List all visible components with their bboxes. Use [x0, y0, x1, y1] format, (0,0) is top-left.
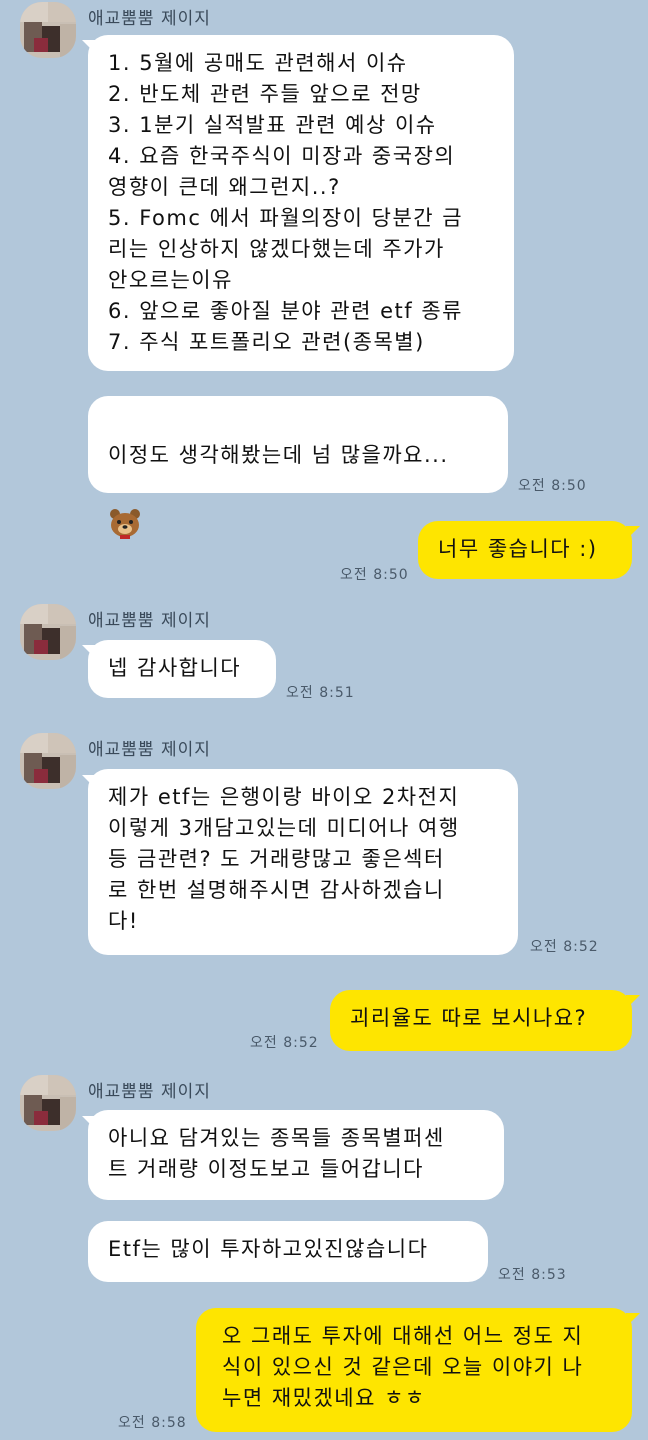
sender-avatar[interactable]: [20, 1075, 76, 1131]
bubble-tail: [626, 526, 640, 540]
sender-avatar[interactable]: [20, 733, 76, 789]
sender-name: 애교뿜뿜 제이지: [88, 740, 211, 760]
message-bubble-outgoing[interactable]: 괴리율도 따로 보시나요?: [330, 990, 632, 1051]
message-bubble-incoming[interactable]: Etf는 많이 투자하고있진않습니다: [88, 1221, 488, 1282]
message-bubble-incoming[interactable]: 이정도 생각해봤는데 넘 많을까요...: [88, 396, 508, 539]
message-bubble-incoming[interactable]: 1. 5월에 공매도 관련해서 이슈 2. 반도체 관련 주들 앞으로 전망 3…: [88, 35, 514, 371]
sender-name: 애교뿜뿜 제이지: [88, 1082, 211, 1102]
message-bubble-incoming[interactable]: 넵 감사합니다: [88, 640, 276, 698]
message-bubble-incoming[interactable]: 아니요 담겨있는 종목들 종목별퍼센 트 거래량 이정도보고 들어갑니다: [88, 1110, 504, 1200]
message-bubble-outgoing[interactable]: 너무 좋습니다 :): [418, 521, 632, 579]
message-timestamp: 오전 8:58: [118, 1415, 187, 1431]
bubble-tail: [626, 1313, 640, 1327]
message-bubble-outgoing[interactable]: 오 그래도 투자에 대해선 어느 정도 지 식이 있으신 것 같은데 오늘 이야…: [196, 1308, 632, 1432]
sender-name: 애교뿜뿜 제이지: [88, 9, 211, 29]
message-timestamp: 오전 8:51: [286, 685, 355, 701]
sender-name: 애교뿜뿜 제이지: [88, 611, 211, 631]
message-bubble-incoming[interactable]: 제가 etf는 은행이랑 바이오 2차전지 이렇게 3개담고있는데 미디어나 여…: [88, 769, 518, 955]
bubble-tail: [626, 995, 640, 1009]
message-text: 이정도 생각해봤는데 넘 많을까요...: [108, 443, 449, 467]
message-timestamp: 오전 8:53: [498, 1267, 567, 1283]
message-timestamp: 오전 8:50: [518, 478, 587, 494]
sender-avatar[interactable]: [20, 604, 76, 660]
sender-avatar[interactable]: [20, 2, 76, 58]
message-timestamp: 오전 8:50: [340, 567, 409, 583]
bear-face-emoji-icon: [108, 477, 142, 539]
message-timestamp: 오전 8:52: [250, 1035, 319, 1051]
message-timestamp: 오전 8:52: [530, 939, 599, 955]
